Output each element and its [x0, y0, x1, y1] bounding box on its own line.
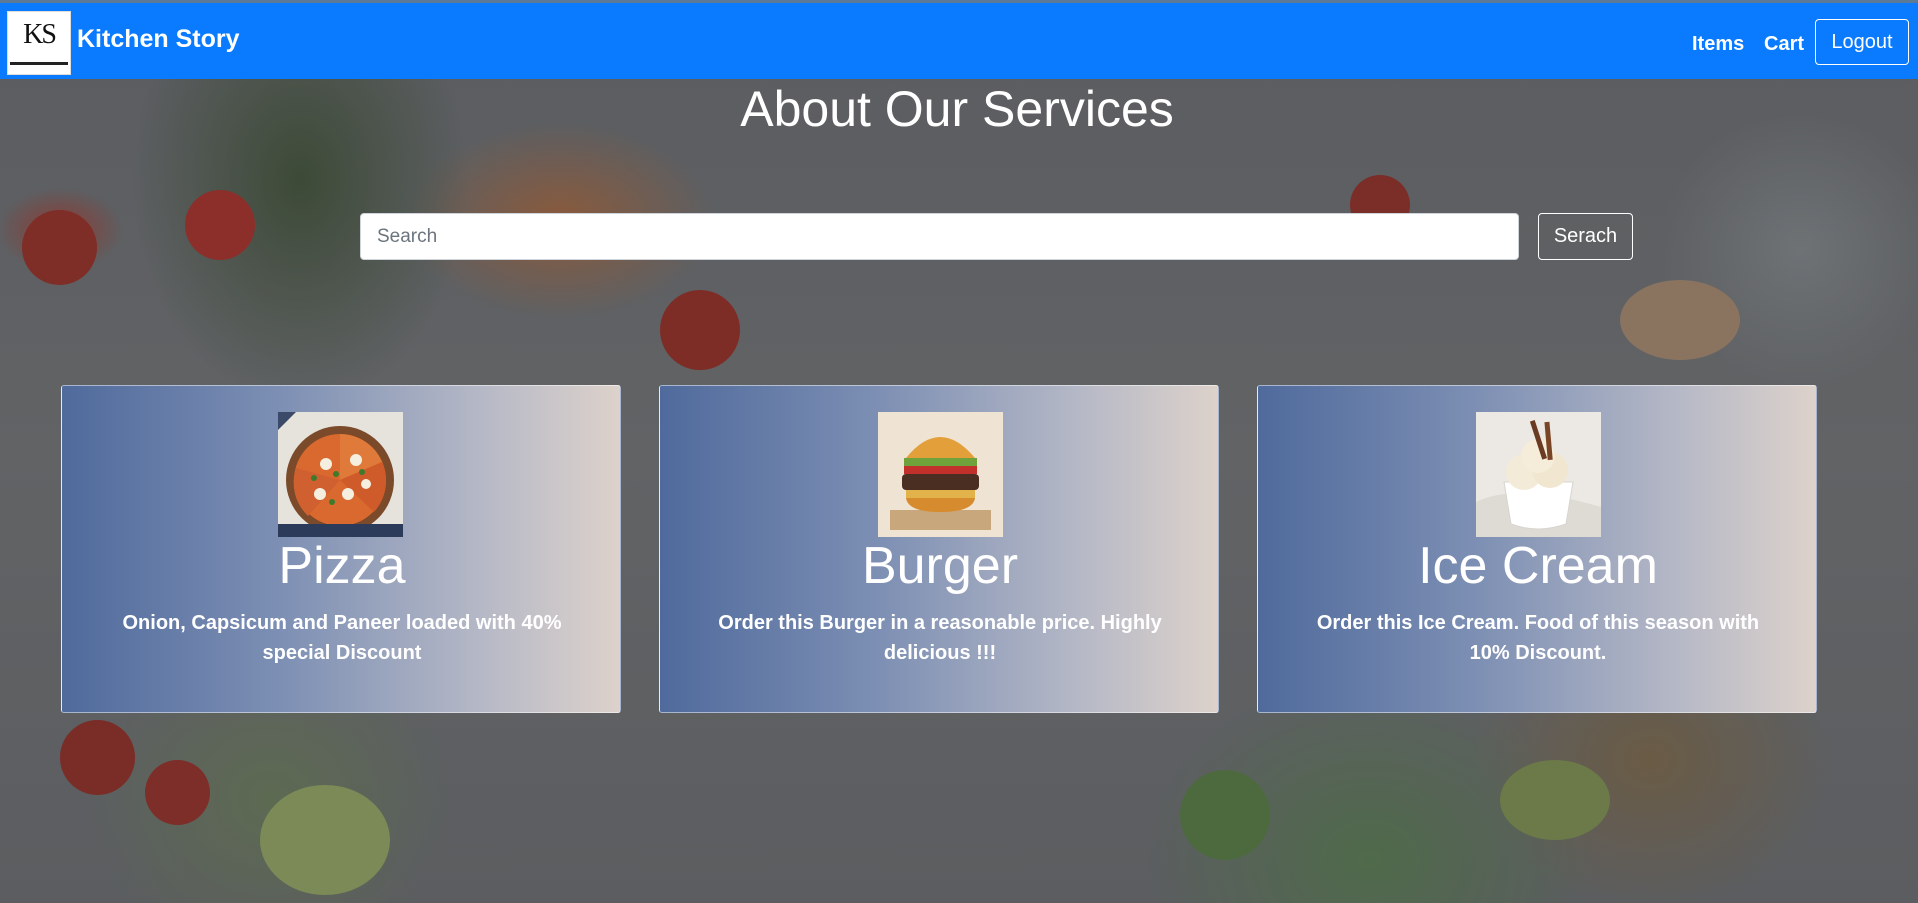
- card-title: Pizza: [278, 537, 406, 595]
- brand-logo-subtext: [38, 51, 39, 56]
- card-description: Onion, Capsicum and Paneer loaded with 4…: [122, 612, 562, 664]
- product-card-pizza[interactable]: Pizza Onion, Capsicum and Paneer loaded …: [61, 385, 621, 713]
- search-button[interactable]: Serach: [1538, 213, 1633, 260]
- nav-link-items[interactable]: Items: [1692, 33, 1744, 56]
- ice-cream-image: [1476, 412, 1601, 537]
- product-card-ice-cream[interactable]: Ice Cream Order this Ice Cream. Food of …: [1257, 385, 1817, 713]
- logout-button[interactable]: Logout: [1815, 19, 1909, 65]
- card-description: Order this Burger in a reasonable price.…: [718, 612, 1162, 664]
- page-heading: About Our Services: [0, 80, 1918, 138]
- card-title: Ice Cream: [1418, 537, 1658, 595]
- card-title: Burger: [861, 537, 1019, 595]
- nav-link-cart[interactable]: Cart: [1764, 33, 1804, 56]
- burger-image: [878, 412, 1003, 537]
- card-description: Order this Ice Cream. Food of this seaso…: [1316, 612, 1760, 664]
- brand-logo-text: KS: [23, 19, 57, 50]
- navbar: KS Kitchen Story Items Cart Logout: [0, 3, 1918, 79]
- page-heading-text: About Our Services: [740, 81, 1174, 137]
- product-card-burger[interactable]: Burger Order this Burger in a reasonable…: [659, 385, 1219, 713]
- search-input[interactable]: [360, 213, 1519, 260]
- brand-logo[interactable]: KS: [7, 11, 71, 75]
- brand-name[interactable]: Kitchen Story: [77, 25, 240, 54]
- brand-logo-bar: [10, 62, 68, 65]
- pizza-image: [278, 412, 403, 537]
